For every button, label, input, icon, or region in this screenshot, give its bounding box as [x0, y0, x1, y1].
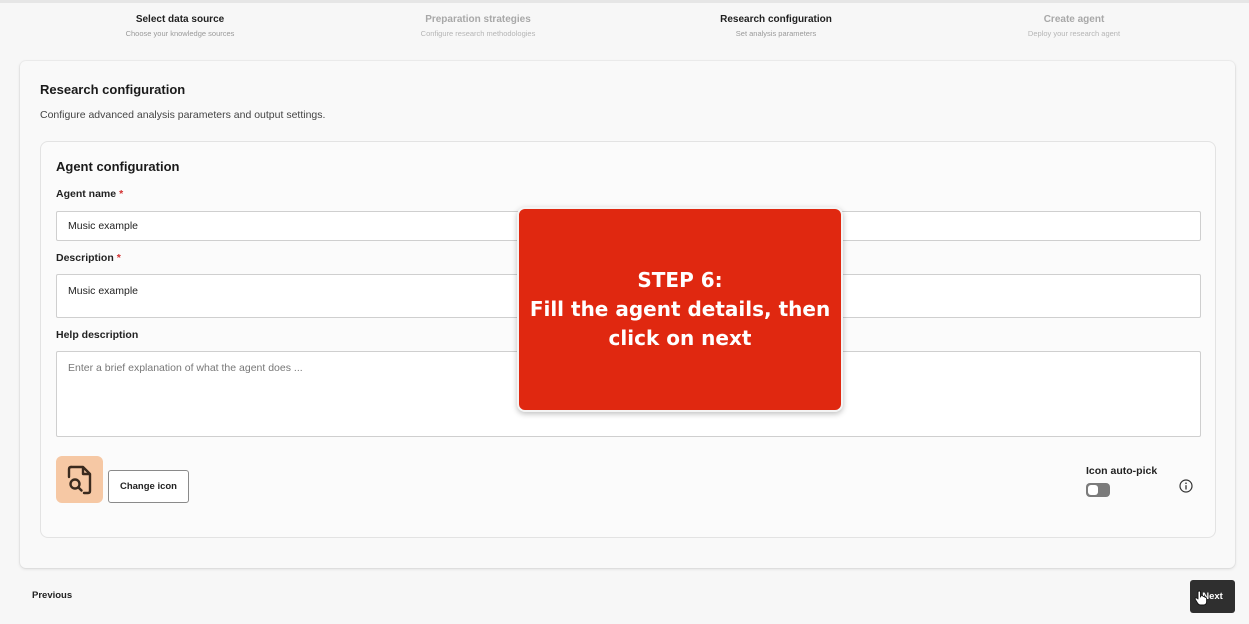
callout-line-1: STEP 6:: [637, 268, 723, 292]
step-select-data-source[interactable]: Select data source Choose your knowledge…: [70, 13, 290, 38]
callout-line-2: Fill the agent details, then: [529, 297, 831, 321]
step-create-agent[interactable]: Create agent Deploy your research agent: [964, 13, 1184, 38]
agent-icon-preview: [56, 456, 103, 503]
help-description-label: Help description: [56, 329, 139, 341]
change-icon-button[interactable]: Change icon: [108, 470, 189, 503]
document-search-icon: [67, 465, 91, 494]
step-subtitle: Configure research methodologies: [420, 29, 536, 38]
agent-name-label: Agent name *: [56, 188, 123, 200]
info-icon[interactable]: [1179, 479, 1193, 493]
step-subtitle: Deploy your research agent: [1027, 29, 1121, 38]
step-preparation-strategies[interactable]: Preparation strategies Configure researc…: [368, 13, 588, 38]
agent-name-value: Music example: [68, 220, 139, 232]
help-description-placeholder: Enter a brief explanation of what the ag…: [68, 362, 303, 374]
progress-stepper: Select data source Choose your knowledge…: [0, 0, 1249, 48]
step-title: Research configuration: [720, 14, 832, 25]
step-title: Create agent: [1043, 14, 1105, 25]
previous-button[interactable]: Previous: [32, 590, 72, 601]
description-label: Description *: [56, 252, 121, 264]
step-instruction-callout: STEP 6: Fill the agent details, then cli…: [517, 207, 843, 412]
description-value: Music example: [68, 285, 139, 297]
step-research-configuration[interactable]: Research configuration Set analysis para…: [666, 13, 886, 38]
step-subtitle: Choose your knowledge sources: [125, 29, 235, 38]
section-title: Research configuration: [40, 82, 186, 97]
description-label-text: Description: [56, 252, 114, 264]
step-title: Preparation strategies: [425, 14, 531, 25]
step-subtitle: Set analysis parameters: [735, 29, 817, 38]
required-asterisk: *: [116, 252, 121, 264]
required-asterisk: *: [119, 188, 124, 200]
icon-autopick-label: Icon auto-pick: [1086, 465, 1158, 477]
icon-autopick-toggle[interactable]: [1086, 483, 1110, 497]
hand-cursor-icon: [1194, 590, 1208, 606]
section-description: Configure advanced analysis parameters a…: [40, 109, 326, 121]
agent-configuration-title: Agent configuration: [56, 159, 180, 174]
step-title: Select data source: [135, 14, 225, 25]
callout-line-3: click on next: [608, 326, 752, 350]
agent-name-label-text: Agent name: [56, 188, 117, 200]
toggle-knob: [1088, 485, 1098, 495]
